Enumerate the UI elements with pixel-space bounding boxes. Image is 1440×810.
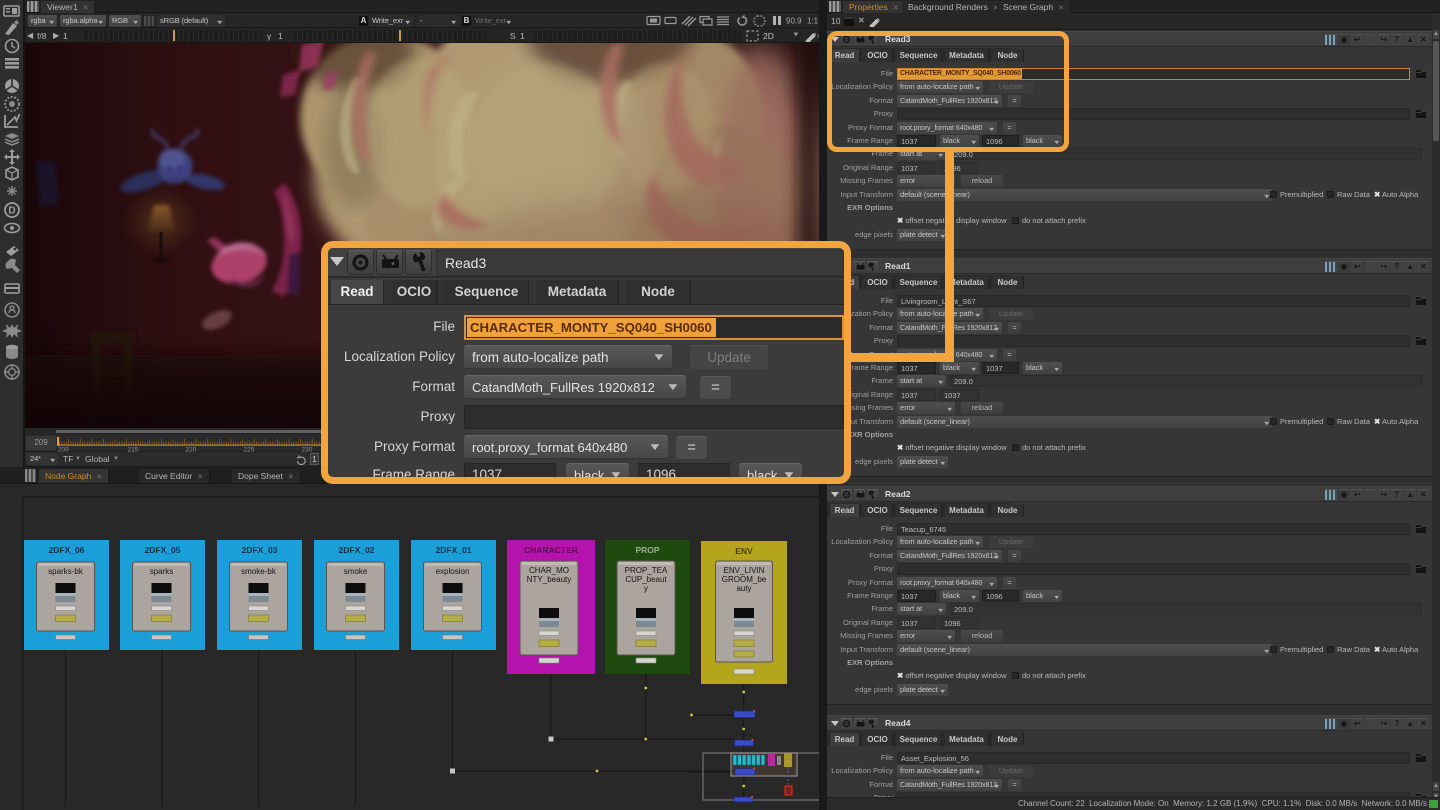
svg-text:CUP_beaut: CUP_beaut bbox=[625, 575, 667, 584]
svg-text:CHARACTER: CHARACTER bbox=[524, 545, 578, 555]
svg-text:D: D bbox=[8, 206, 15, 217]
svg-text:2DFX_03: 2DFX_03 bbox=[242, 545, 278, 555]
svg-text:2DFX_05: 2DFX_05 bbox=[145, 545, 181, 555]
svg-text:smoke-bk: smoke-bk bbox=[241, 567, 277, 576]
svg-text:PROP: PROP bbox=[635, 545, 659, 555]
svg-text:explosion: explosion bbox=[436, 567, 470, 576]
svg-text:ENV: ENV bbox=[735, 546, 753, 556]
svg-text:90.9: 90.9 bbox=[786, 17, 802, 26]
svg-text:2DFX_06: 2DFX_06 bbox=[49, 545, 85, 555]
svg-text:smoke: smoke bbox=[344, 567, 368, 576]
svg-text:NTY_beauty: NTY_beauty bbox=[527, 575, 571, 584]
svg-text:sparks: sparks bbox=[150, 567, 174, 576]
svg-text:PROP_TEA: PROP_TEA bbox=[625, 566, 668, 575]
svg-text:auty: auty bbox=[736, 584, 751, 593]
svg-text:sparks-bk: sparks-bk bbox=[48, 567, 84, 576]
svg-text:2DFX_01: 2DFX_01 bbox=[436, 545, 472, 555]
svg-text:y: y bbox=[644, 584, 648, 593]
svg-text:2DFX_02: 2DFX_02 bbox=[339, 545, 375, 555]
svg-text:GROOM_be: GROOM_be bbox=[722, 575, 767, 584]
svg-text:ENV_LIVIN: ENV_LIVIN bbox=[724, 566, 765, 575]
svg-text:CHAR_MO: CHAR_MO bbox=[529, 566, 569, 575]
svg-text:1:1: 1:1 bbox=[807, 17, 819, 26]
